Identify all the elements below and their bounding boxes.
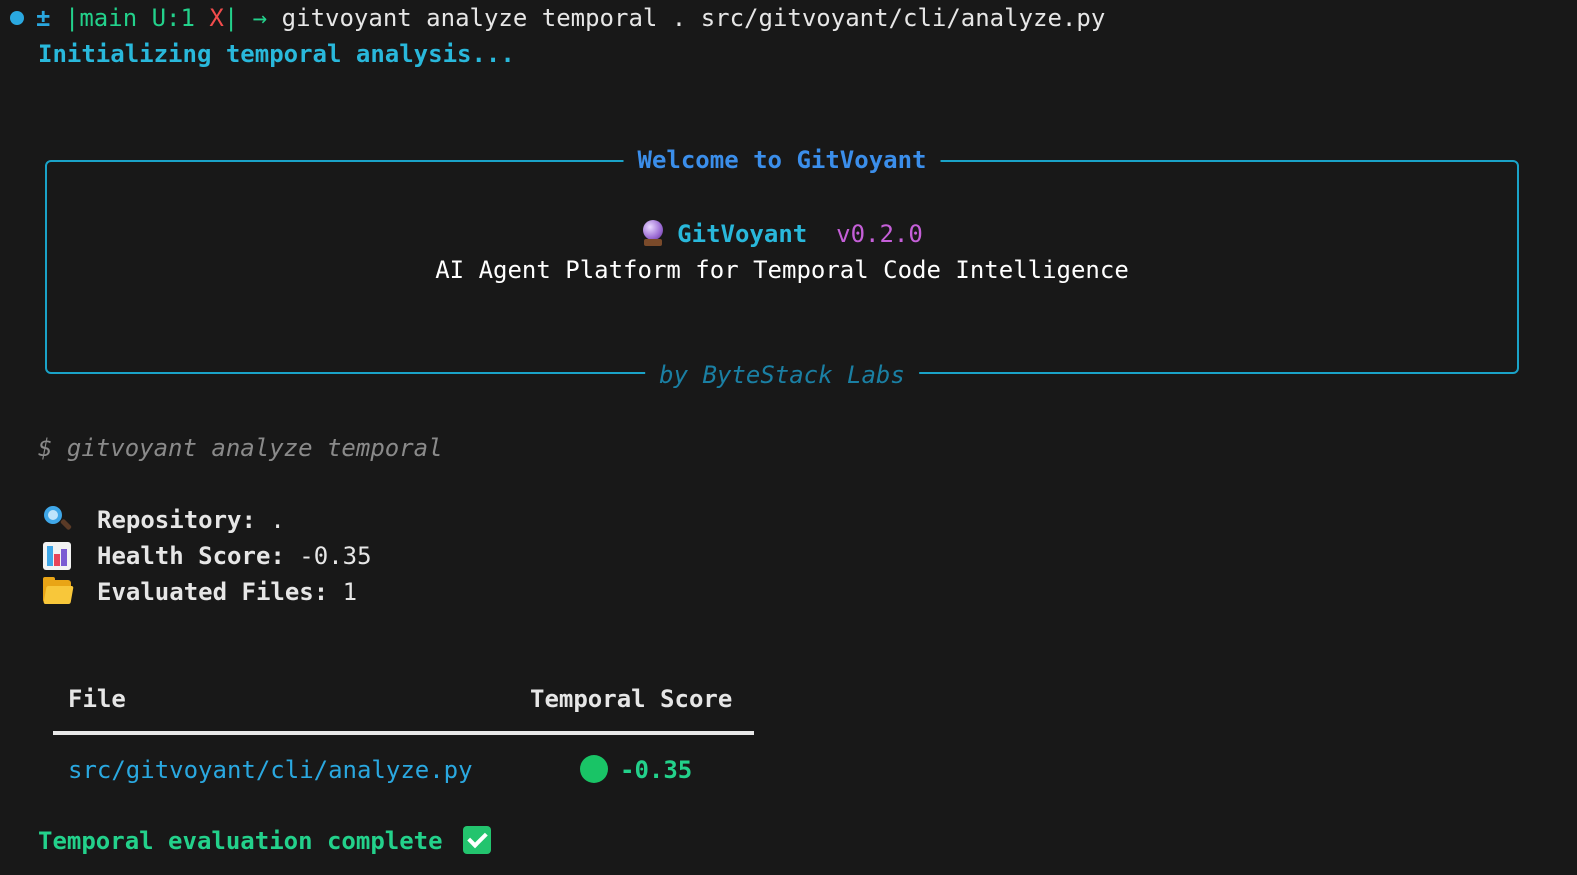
repository-value: . (270, 506, 285, 534)
evaluated-files-value: 1 (342, 578, 358, 606)
health-score-line: Health Score: -0.35 (42, 538, 372, 574)
welcome-panel-title: Welcome to GitVoyant (623, 142, 941, 178)
bar-chart-icon (42, 541, 72, 570)
prompt-arrow: → (252, 4, 268, 32)
app-version: v0.2.0 (836, 220, 923, 248)
git-dirty-mark: X (209, 4, 224, 32)
table-header-divider (53, 731, 754, 735)
repository-line: Repository: . (42, 502, 285, 538)
completion-message: Temporal evaluation complete (38, 823, 491, 859)
git-bar-close: | (223, 4, 239, 32)
git-dirty-indicator: ± (36, 4, 51, 32)
magnifying-glass-icon (42, 505, 73, 533)
app-tagline: AI Agent Platform for Temporal Code Inte… (435, 256, 1129, 284)
health-score-value: -0.35 (299, 542, 372, 570)
completion-text: Temporal evaluation complete (38, 827, 443, 855)
green-circle-icon (580, 755, 608, 783)
command-echo: $ gitvoyant analyze temporal (38, 434, 443, 462)
table-row-score: -0.35 (580, 752, 692, 788)
app-name-row: GitVoyant v0.2.0 (47, 216, 1517, 252)
evaluated-files-line: Evaluated Files: 1 (42, 574, 357, 610)
shell-prompt: ± |main U:1 X| → gitvoyant analyze tempo… (10, 0, 1105, 36)
initializing-message: Initializing temporal analysis... (38, 40, 515, 68)
crystal-ball-icon (641, 220, 665, 246)
welcome-panel-subtitle: by ByteStack Labs (645, 357, 919, 393)
git-branch: main U:1 (79, 4, 195, 32)
score-value: -0.35 (620, 756, 693, 784)
check-mark-icon (462, 826, 491, 854)
command-text[interactable]: gitvoyant analyze temporal . src/gitvoya… (282, 4, 1106, 32)
table-header-file: File (68, 685, 126, 713)
welcome-panel: Welcome to GitVoyant GitVoyant v0.2.0 AI… (45, 142, 1519, 393)
folder-icon (42, 577, 74, 605)
app-name: GitVoyant (677, 220, 808, 248)
table-row-file[interactable]: src/gitvoyant/cli/analyze.py (68, 752, 473, 788)
git-bar-open: | (64, 4, 80, 32)
evaluated-files-label: Evaluated Files: (97, 578, 329, 606)
health-score-label: Health Score: (97, 542, 285, 570)
repository-label: Repository: (97, 506, 256, 534)
prompt-status-dot (10, 11, 24, 25)
table-header-temporal-score: Temporal Score (530, 685, 733, 713)
